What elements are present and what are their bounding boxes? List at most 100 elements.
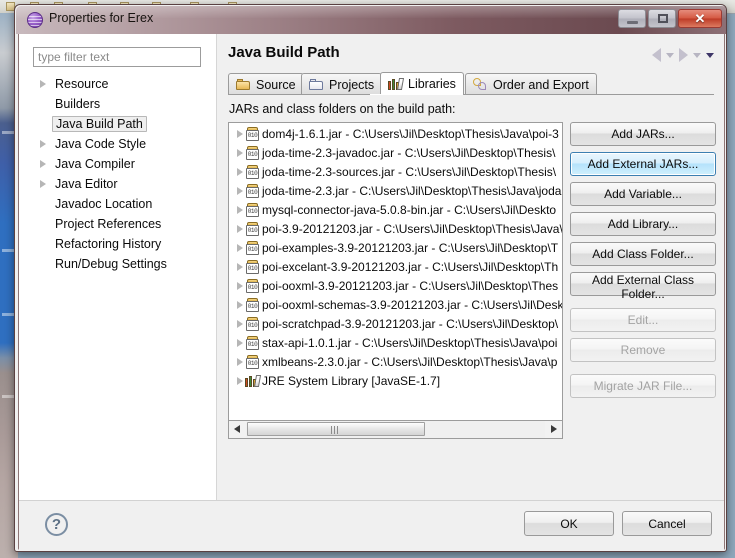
expand-arrow-icon[interactable] xyxy=(40,139,46,148)
expand-arrow-icon[interactable] xyxy=(40,159,46,168)
list-item[interactable]: 010 poi-examples-3.9-20121203.jar - C:\Us… xyxy=(229,239,562,258)
expand-arrow-icon[interactable] xyxy=(237,130,243,138)
tab-order-and-export[interactable]: Order and Export xyxy=(465,73,597,95)
ok-button[interactable]: OK xyxy=(524,511,614,536)
filter-input[interactable] xyxy=(33,47,201,67)
remove-button: Remove xyxy=(570,338,716,362)
arrow-left-icon[interactable] xyxy=(652,48,661,62)
add-jars-button[interactable]: Add JARs... xyxy=(570,122,716,146)
tree-item-label: Builders xyxy=(55,97,101,111)
expand-arrow-icon[interactable] xyxy=(40,79,46,88)
tab-libraries[interactable]: Libraries xyxy=(380,72,464,95)
list-item[interactable]: 010 mysql-connector-java-5.0.8-bin.jar - … xyxy=(229,201,562,220)
expand-arrow-icon[interactable] xyxy=(237,358,243,366)
footer-buttons: OK Cancel xyxy=(524,511,712,536)
tree-item-label: Java Code Style xyxy=(55,137,147,151)
libraries-books-icon xyxy=(388,77,405,91)
list-item[interactable]: 010 dom4j-1.6.1.jar - C:\Users\Jil\Deskto… xyxy=(229,125,562,144)
edit-button: Edit... xyxy=(570,308,716,332)
expand-arrow-icon[interactable] xyxy=(237,206,243,214)
list-item-label: poi-ooxml-schemas-3.9-20121203.jar - C:\… xyxy=(262,298,562,312)
scrollbar-thumb[interactable] xyxy=(247,422,425,436)
list-item[interactable]: 010 joda-time-2.3-javadoc.jar - C:\Users\… xyxy=(229,144,562,163)
expand-arrow-icon[interactable] xyxy=(237,187,243,195)
tree-item-java-code-style[interactable]: Java Code Style xyxy=(28,134,208,154)
expand-arrow-icon[interactable] xyxy=(40,179,46,188)
tab-source[interactable]: Source xyxy=(228,73,304,95)
list-item-label: JRE System Library [JavaSE-1.7] xyxy=(262,374,441,388)
arrow-right-icon[interactable] xyxy=(679,48,688,62)
list-item-label: xmlbeans-2.3.0.jar - C:\Users\Jil\Deskto… xyxy=(262,355,558,369)
add-class-folder-button[interactable]: Add Class Folder... xyxy=(570,242,716,266)
add-external-jars-button[interactable]: Add External JARs... xyxy=(570,152,716,176)
expand-arrow-icon[interactable] xyxy=(237,377,243,385)
close-button[interactable]: ✕ xyxy=(678,9,722,28)
tree-item-javadoc-location[interactable]: Javadoc Location xyxy=(28,194,208,214)
add-library-button[interactable]: Add Library... xyxy=(570,212,716,236)
tabstrip: Source Projects Libraries Order and Expo… xyxy=(228,72,714,95)
jar-icon: 010 xyxy=(246,317,259,331)
add-external-class-folder-button[interactable]: Add External Class Folder... xyxy=(570,272,716,301)
list-item[interactable]: 010 stax-api-1.0.1.jar - C:\Users\Jil\Des… xyxy=(229,334,562,353)
expand-arrow-icon[interactable] xyxy=(237,225,243,233)
list-item[interactable]: 010 joda-time-2.3-sources.jar - C:\Users\… xyxy=(229,163,562,182)
help-button[interactable]: ? xyxy=(45,513,68,536)
tab-label: Order and Export xyxy=(493,77,589,92)
expand-arrow-icon[interactable] xyxy=(237,244,243,252)
expand-arrow-icon[interactable] xyxy=(237,282,243,290)
list-item[interactable]: 010 poi-ooxml-schemas-3.9-20121203.jar - … xyxy=(229,296,562,315)
libraries-listbox[interactable]: 010 dom4j-1.6.1.jar - C:\Users\Jil\Deskto… xyxy=(228,122,563,421)
tree-item-run-debug-settings[interactable]: Run/Debug Settings xyxy=(28,254,208,274)
cancel-button[interactable]: Cancel xyxy=(622,511,712,536)
scroll-left-icon[interactable] xyxy=(234,425,240,433)
library-action-buttons: Add JARs... Add External JARs... Add Var… xyxy=(570,122,716,404)
list-item[interactable]: 010 poi-3.9-20121203.jar - C:\Users\Jil\D… xyxy=(229,220,562,239)
list-item[interactable]: 010 joda-time-2.3.jar - C:\Users\Jil\Desk… xyxy=(229,182,562,201)
tree-item-resource[interactable]: Resource xyxy=(28,74,208,94)
jar-icon: 010 xyxy=(246,279,259,293)
jar-icon: 010 xyxy=(246,203,259,217)
tree-item-java-compiler[interactable]: Java Compiler xyxy=(28,154,208,174)
tab-projects[interactable]: Projects xyxy=(301,73,383,95)
maximize-button[interactable] xyxy=(648,9,676,28)
expand-arrow-icon[interactable] xyxy=(237,149,243,157)
list-item[interactable]: 010 poi-excelant-3.9-20121203.jar - C:\Us… xyxy=(229,258,562,277)
dialog-body: Resource Builders Java Build Path Java C… xyxy=(19,34,724,500)
jar-icon: 010 xyxy=(246,184,259,198)
dialog-titlebar[interactable]: Properties for Erex ✕ xyxy=(16,6,726,34)
list-item[interactable]: JRE System Library [JavaSE-1.7] xyxy=(229,372,562,391)
add-variable-button[interactable]: Add Variable... xyxy=(570,182,716,206)
tree-item-project-references[interactable]: Project References xyxy=(28,214,208,234)
expand-arrow-icon[interactable] xyxy=(237,263,243,271)
chevron-down-icon[interactable] xyxy=(666,52,674,58)
tree-item-builders[interactable]: Builders xyxy=(28,94,208,114)
expand-arrow-icon[interactable] xyxy=(237,339,243,347)
list-item-label: stax-api-1.0.1.jar - C:\Users\Jil\Deskto… xyxy=(262,336,558,350)
list-item-label: poi-3.9-20121203.jar - C:\Users\Jil\Desk… xyxy=(262,222,562,236)
list-item[interactable]: 010 poi-scratchpad-3.9-20121203.jar - C:\… xyxy=(229,315,562,334)
settings-tree[interactable]: Resource Builders Java Build Path Java C… xyxy=(28,74,208,494)
close-icon: ✕ xyxy=(694,11,706,26)
list-item-label: joda-time-2.3-sources.jar - C:\Users\Jil… xyxy=(262,165,557,179)
scroll-right-icon[interactable] xyxy=(551,425,557,433)
jar-icon: 010 xyxy=(246,241,259,255)
chevron-down-icon[interactable] xyxy=(693,52,701,58)
list-item[interactable]: 010 poi-ooxml-3.9-20121203.jar - C:\Users… xyxy=(229,277,562,296)
minimize-icon xyxy=(627,21,638,24)
tree-item-java-build-path[interactable]: Java Build Path xyxy=(28,114,208,134)
tree-item-label: Resource xyxy=(55,77,109,91)
history-chevron-down-icon[interactable] xyxy=(706,52,714,58)
minimize-button[interactable] xyxy=(618,9,646,28)
expand-arrow-icon[interactable] xyxy=(237,320,243,328)
tree-item-label: Javadoc Location xyxy=(55,197,153,211)
list-item[interactable]: 010 xmlbeans-2.3.0.jar - C:\Users\Jil\Des… xyxy=(229,353,562,372)
tree-item-refactoring-history[interactable]: Refactoring History xyxy=(28,234,208,254)
horizontal-scrollbar[interactable] xyxy=(228,421,563,439)
order-export-icon xyxy=(473,78,488,91)
expand-arrow-icon[interactable] xyxy=(237,301,243,309)
expand-arrow-icon[interactable] xyxy=(237,168,243,176)
navigation-arrows xyxy=(652,48,714,62)
list-item-label: poi-scratchpad-3.9-20121203.jar - C:\Use… xyxy=(262,317,559,331)
tree-item-java-editor[interactable]: Java Editor xyxy=(28,174,208,194)
jar-icon: 010 xyxy=(246,298,259,312)
